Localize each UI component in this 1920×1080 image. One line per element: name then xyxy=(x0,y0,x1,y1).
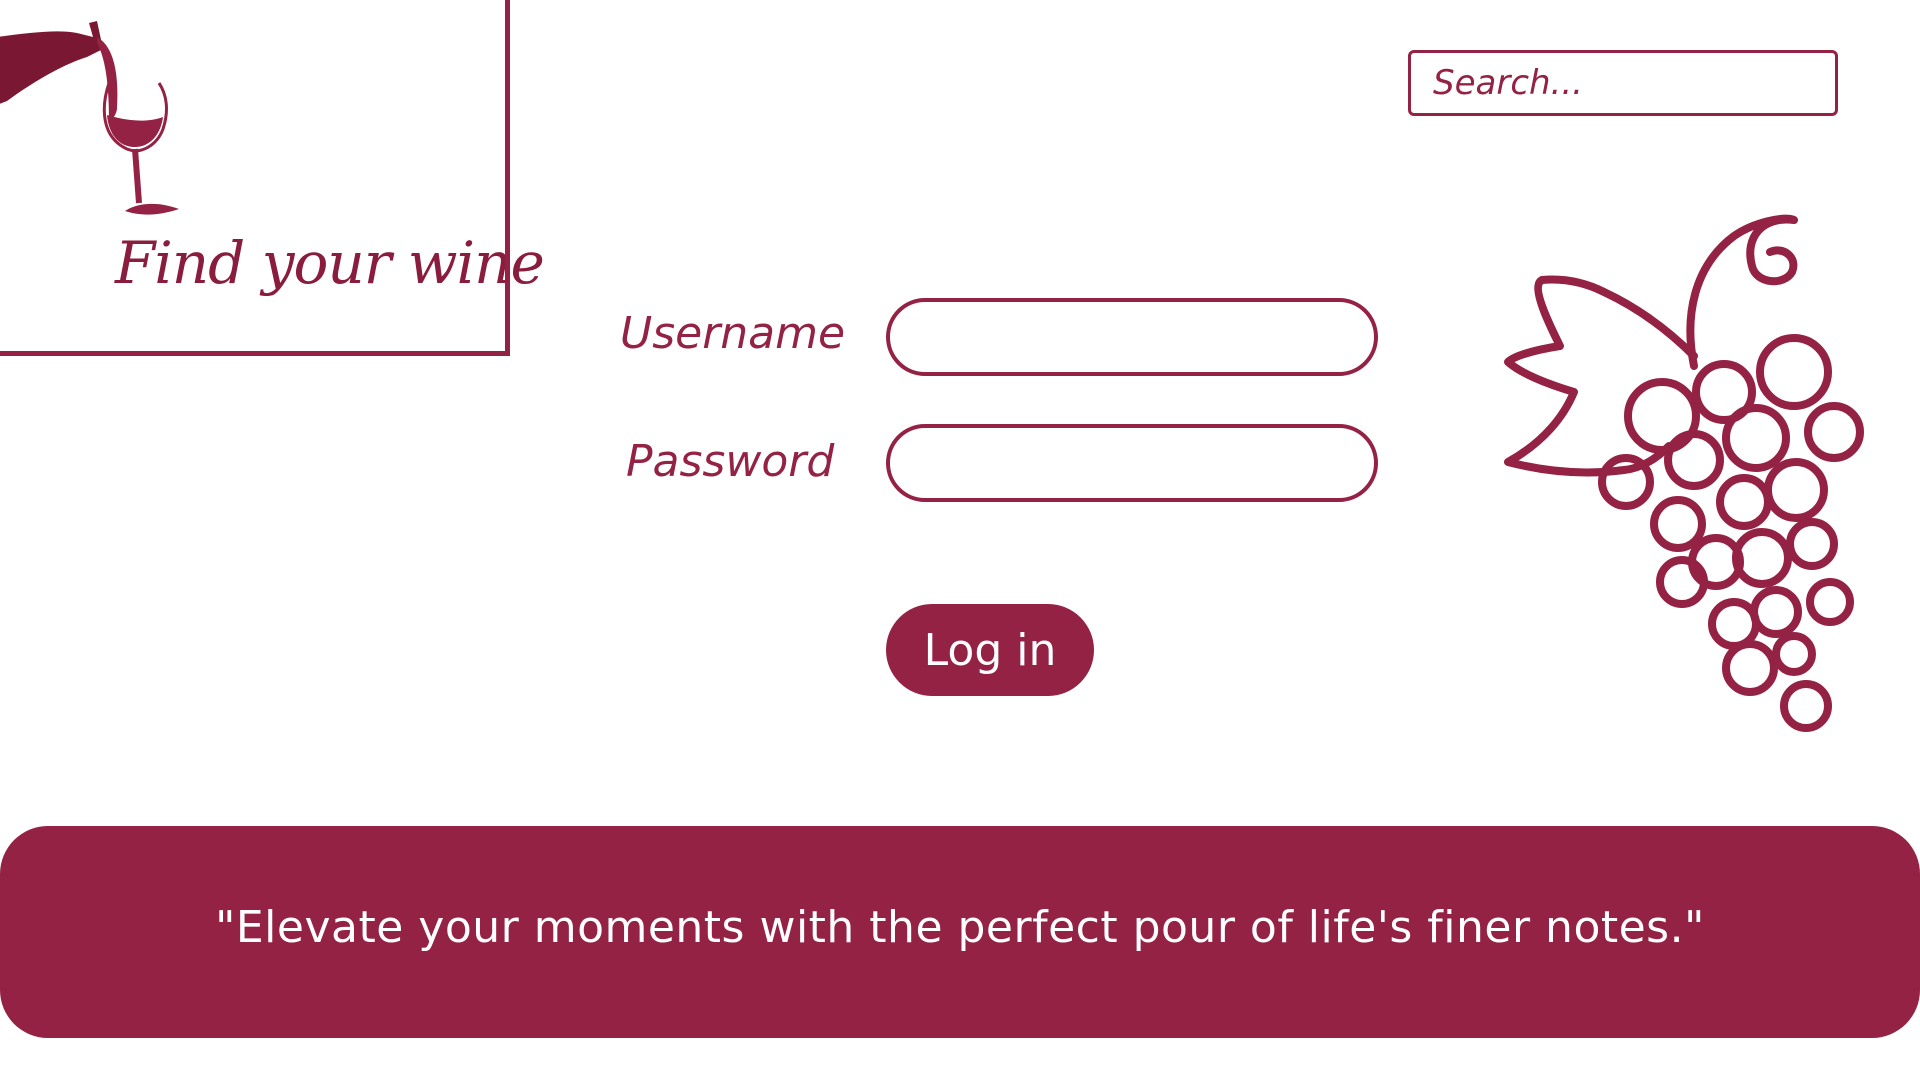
login-button[interactable]: Log in xyxy=(886,604,1094,696)
brand-title: Find your wine xyxy=(115,229,545,297)
brand-logo-box: Find your wine xyxy=(0,0,545,356)
username-field-wrapper[interactable] xyxy=(886,298,1378,376)
search-input[interactable] xyxy=(1411,53,1835,113)
wine-pour-icon xyxy=(0,21,179,215)
username-field[interactable] xyxy=(890,302,1374,372)
login-page: Find your wine Username Password Log in xyxy=(0,0,1920,1080)
password-label: Password xyxy=(626,436,835,487)
password-field-wrapper[interactable] xyxy=(886,424,1378,502)
username-label: Username xyxy=(620,308,846,359)
search-box[interactable] xyxy=(1408,50,1838,116)
footer-quote: "Elevate your moments with the perfect p… xyxy=(215,901,1705,953)
quote-banner: "Elevate your moments with the perfect p… xyxy=(0,826,1920,1038)
password-field[interactable] xyxy=(890,428,1374,498)
grapes-icon xyxy=(1504,214,1864,732)
